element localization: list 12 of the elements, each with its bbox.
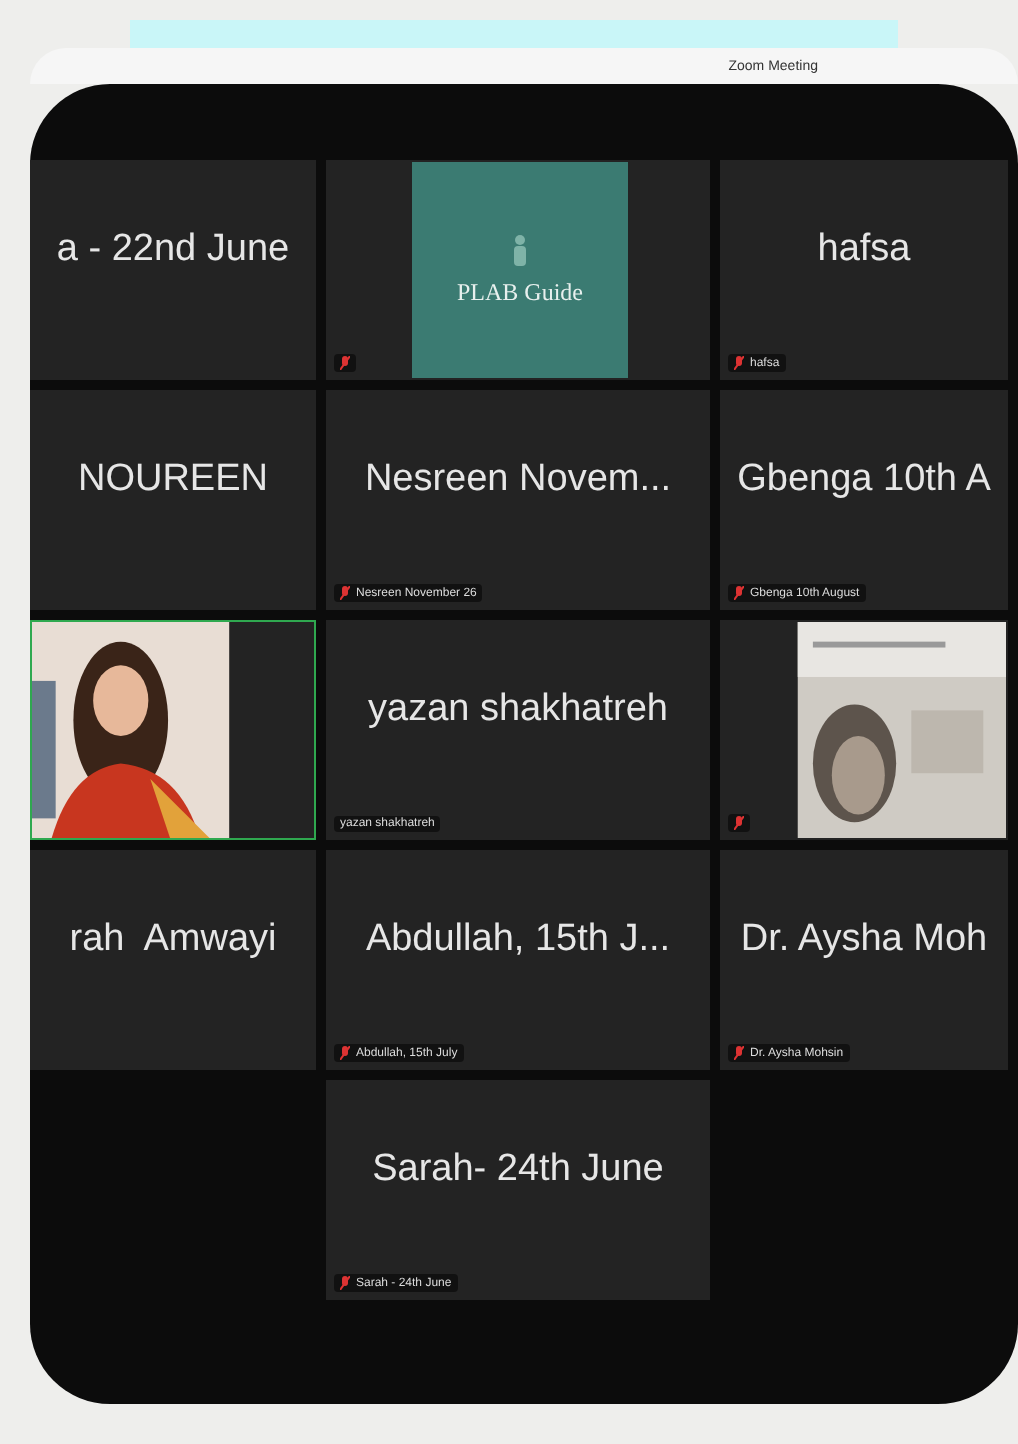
participant-name: Dr. Aysha Moh: [738, 916, 990, 964]
participant-name: Gbenga 10th A: [735, 456, 993, 504]
participant-name: yazan shakhatreh: [366, 686, 670, 734]
participant-name: Abdullah, 15th J...: [363, 916, 673, 964]
avatar-text: PLAB Guide: [457, 277, 583, 307]
participant-name: Sarah- 24th June: [370, 1146, 666, 1194]
participant-name: hafsa: [815, 226, 913, 274]
participant-name: rah Amwayi: [67, 916, 279, 964]
figure-icon: [510, 233, 530, 265]
participant-name: NOUREEN: [75, 456, 270, 504]
participant-name: Nesreen Novem...: [362, 456, 674, 504]
participant-name: a - 22nd June: [54, 226, 292, 274]
